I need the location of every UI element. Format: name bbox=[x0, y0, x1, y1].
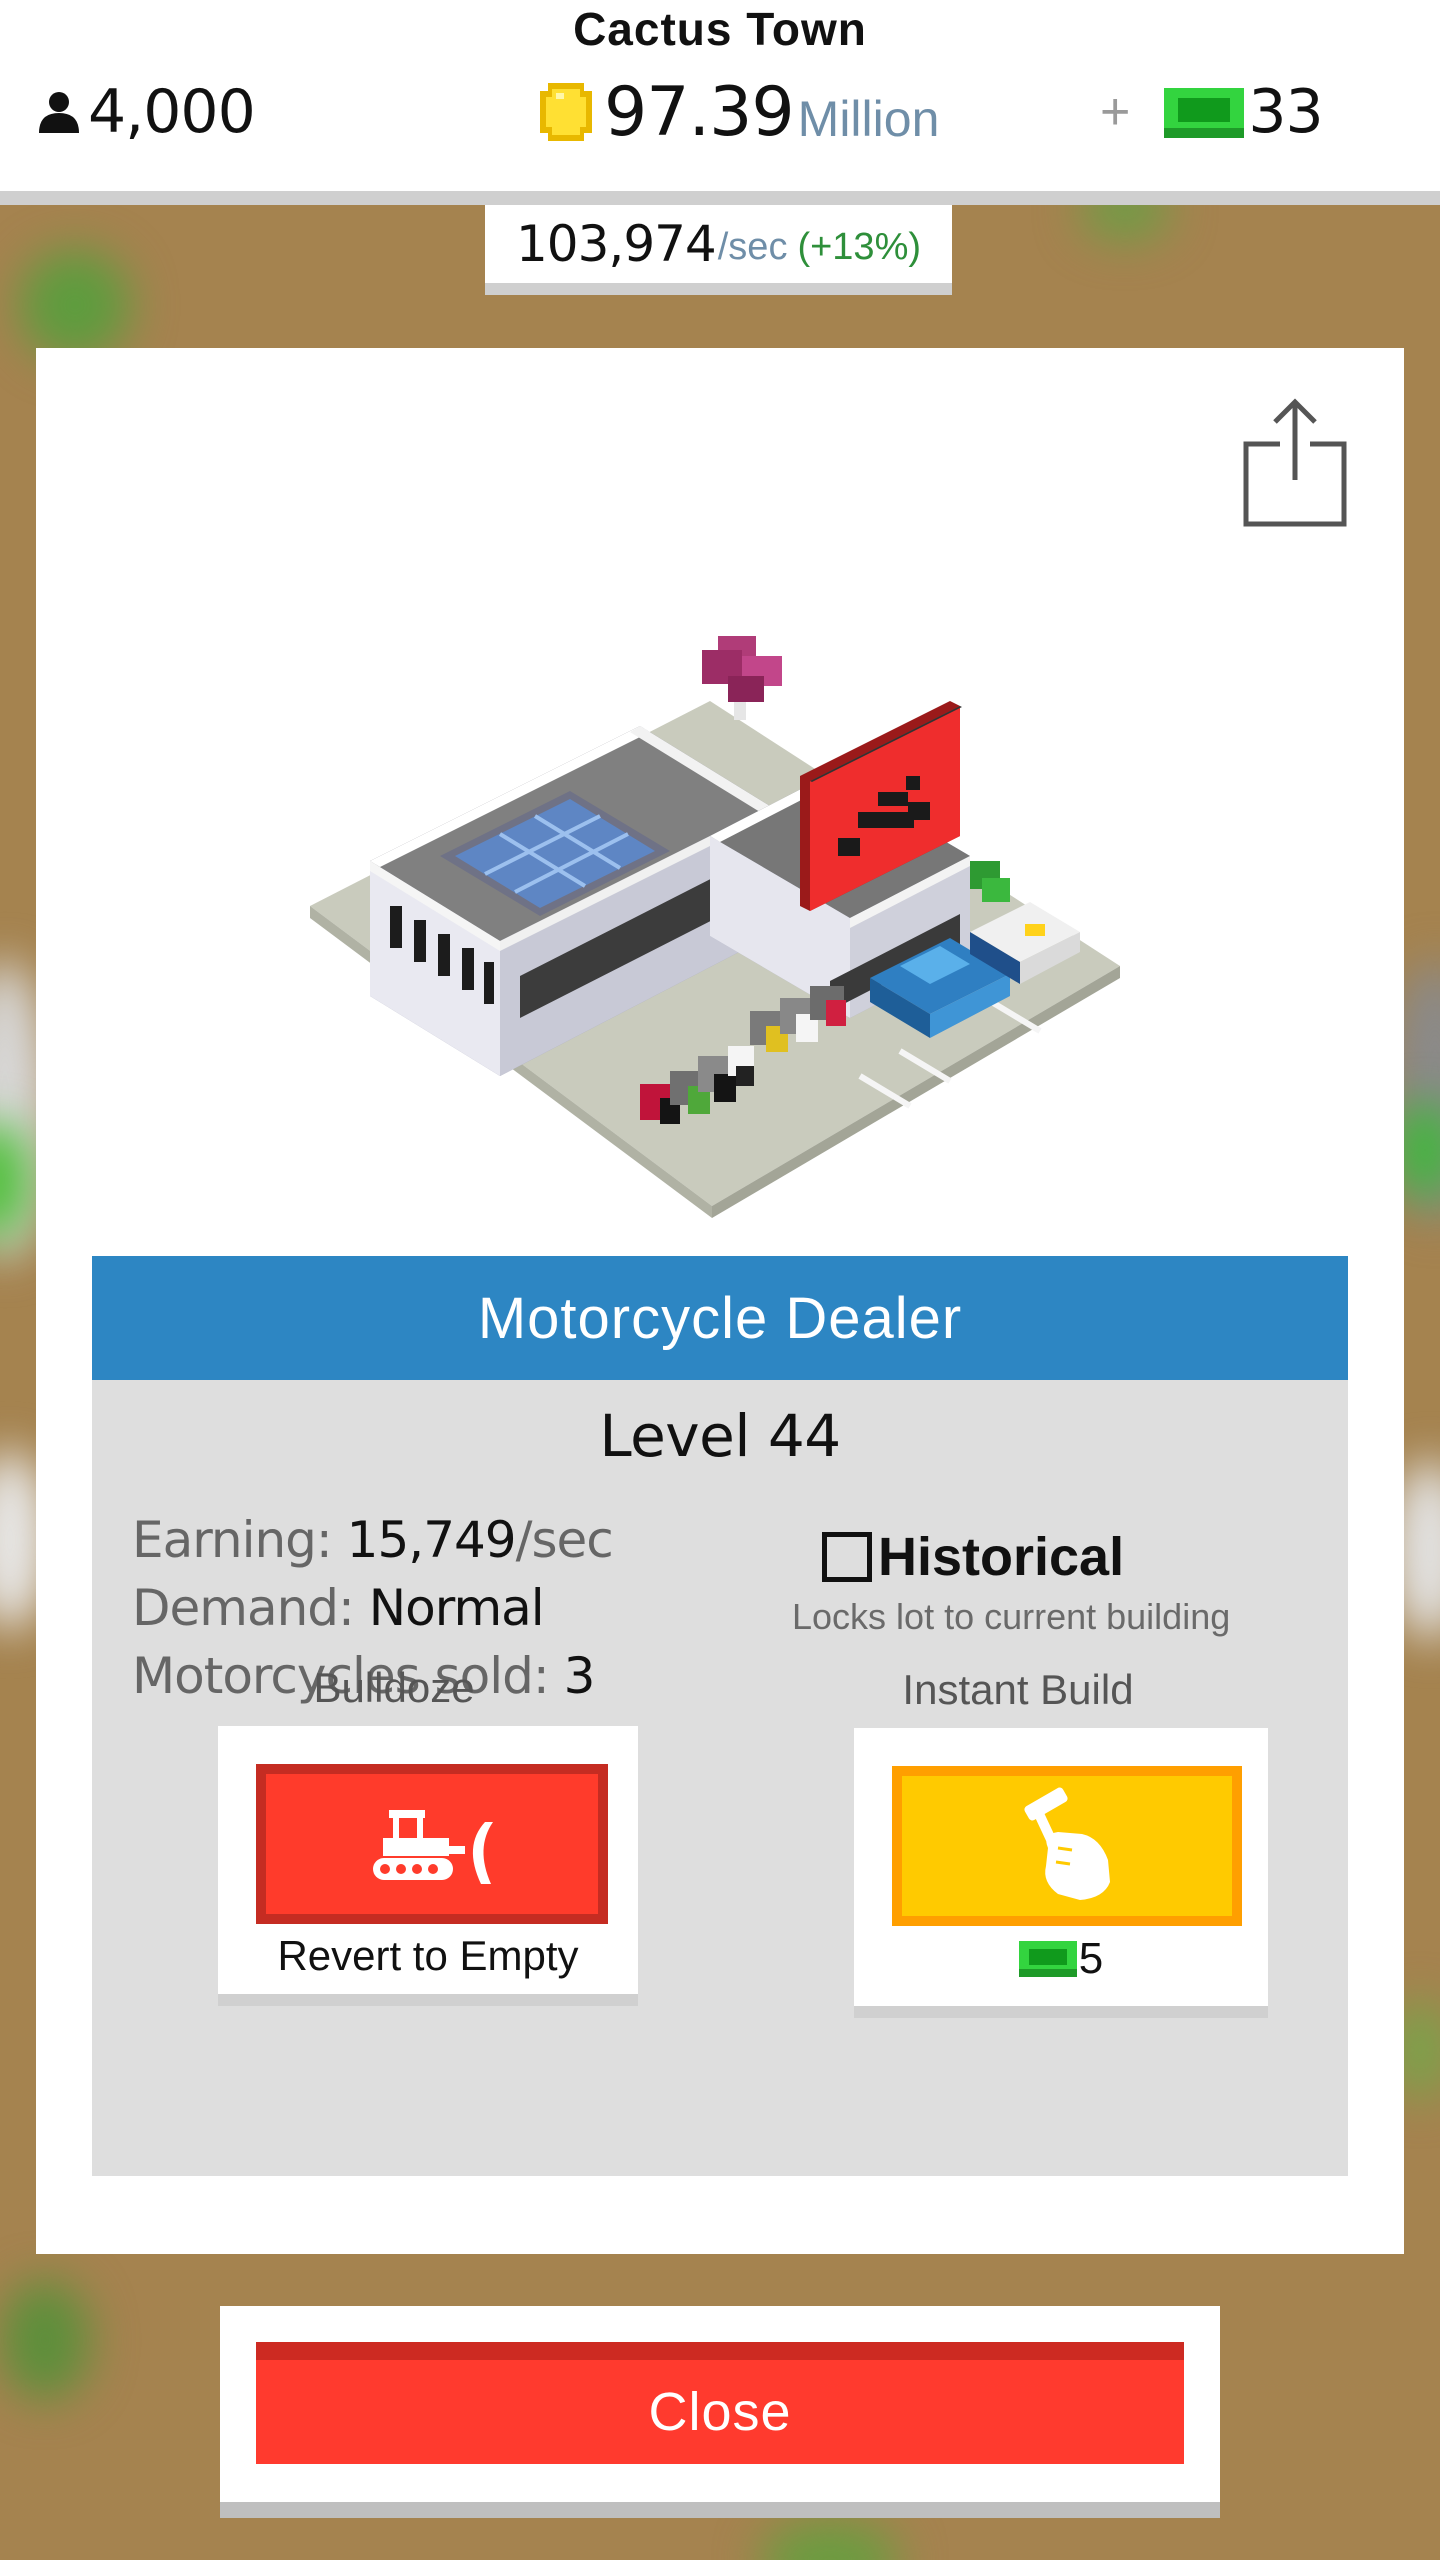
town-name[interactable]: Cactus Town bbox=[0, 2, 1440, 56]
share-icon[interactable] bbox=[1242, 396, 1348, 528]
stat-value: 15,749 bbox=[346, 1511, 517, 1569]
population-counter[interactable]: 4,000 bbox=[36, 72, 256, 152]
historical-checkbox-row[interactable]: Historical bbox=[822, 1526, 1272, 1588]
bulldozer-icon bbox=[373, 1810, 493, 1884]
income-rate-bonus: (+13%) bbox=[797, 225, 922, 268]
money-counter[interactable]: 97.39 Million bbox=[538, 72, 939, 152]
stat-demand: Demand: Normal bbox=[132, 1574, 613, 1642]
building-name: Motorcycle Dealer bbox=[92, 1256, 1348, 1380]
historical-description: Locks lot to current building bbox=[792, 1596, 1231, 1637]
bux-value: 33 bbox=[1248, 77, 1323, 147]
building-info-panel: Motorcycle Dealer Level 44 Earning: 15,7… bbox=[92, 1256, 1348, 2176]
bulldoze-label: Bulldoze bbox=[313, 1664, 475, 1711]
instant-build-label: Instant Build bbox=[902, 1666, 1134, 1713]
population-value: 4,000 bbox=[88, 77, 256, 147]
stat-unit: /sec bbox=[515, 1511, 614, 1569]
stat-earning: Earning: 15,749/sec bbox=[132, 1506, 614, 1574]
bulldoze-caption: Revert to Empty bbox=[277, 1932, 579, 1979]
stat-label: Earning: bbox=[132, 1511, 347, 1569]
close-button[interactable]: Close bbox=[256, 2342, 1184, 2464]
motorcycle-dealer-building-icon bbox=[310, 636, 1120, 1218]
income-rate-value: 103,974 bbox=[515, 215, 717, 273]
income-rate-tab[interactable]: 103,974 /sec (+13%) bbox=[485, 205, 952, 295]
top-status-bar: Cactus Town 4,000 97.39 Million + 33 bbox=[0, 0, 1440, 205]
add-bux-button[interactable]: + bbox=[1100, 82, 1130, 142]
coin-icon bbox=[540, 83, 592, 141]
historical-label: Historical bbox=[878, 1527, 1125, 1587]
building-info-dialog: Motorcycle Dealer Level 44 Earning: 15,7… bbox=[36, 348, 1404, 2254]
hammer-hand-icon bbox=[1024, 1787, 1110, 1900]
instant-build-card: 5 bbox=[854, 1728, 1268, 2018]
historical-toggle: Historical Locks lot to current building bbox=[792, 1526, 1272, 1638]
stat-value: Normal bbox=[368, 1579, 545, 1637]
bux-bill-icon bbox=[1164, 88, 1245, 138]
bux-bill-icon bbox=[1018, 1941, 1077, 1977]
money-value: 97.39 bbox=[604, 72, 795, 152]
building-level: Level 44 bbox=[599, 1402, 841, 1470]
stat-label: Demand: bbox=[132, 1579, 369, 1637]
instant-build-cost: 5 bbox=[854, 1934, 1268, 1984]
instant-build-button[interactable] bbox=[892, 1766, 1242, 1926]
money-unit: Million bbox=[797, 91, 940, 147]
close-button-container: Close bbox=[220, 2306, 1220, 2518]
bulldoze-button[interactable] bbox=[256, 1764, 608, 1924]
income-rate-unit: /sec bbox=[717, 225, 788, 268]
person-icon bbox=[39, 92, 79, 133]
instant-build-cost-value: 5 bbox=[1078, 1934, 1104, 1983]
bulldoze-card: Revert to Empty bbox=[218, 1726, 638, 2006]
bux-counter[interactable]: + 33 bbox=[1100, 72, 1324, 152]
historical-checkbox[interactable] bbox=[822, 1532, 872, 1582]
